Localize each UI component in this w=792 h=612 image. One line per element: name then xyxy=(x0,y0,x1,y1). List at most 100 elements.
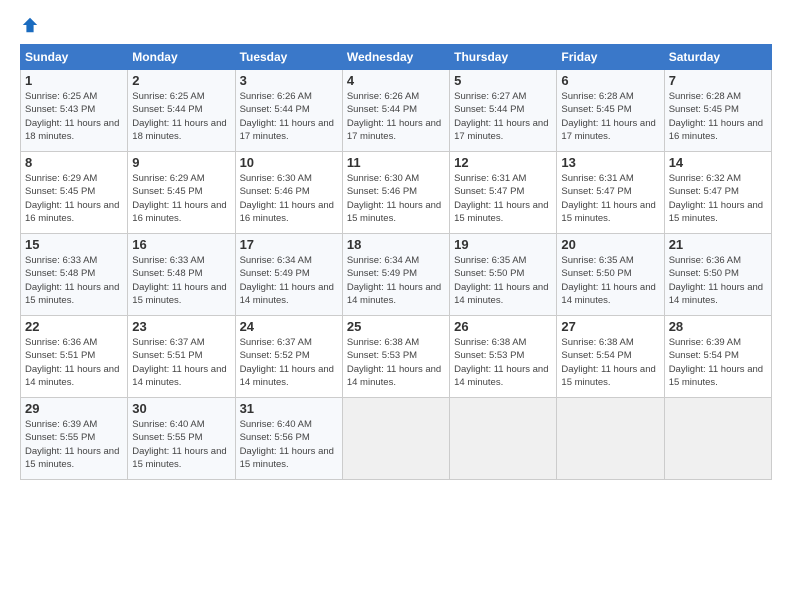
day-number: 1 xyxy=(25,73,123,88)
day-number: 20 xyxy=(561,237,659,252)
calendar-week-row: 8 Sunrise: 6:29 AM Sunset: 5:45 PM Daylig… xyxy=(21,152,772,234)
calendar-table: Sunday Monday Tuesday Wednesday Thursday… xyxy=(20,44,772,480)
calendar-cell xyxy=(557,398,664,480)
day-info: Sunrise: 6:27 AM Sunset: 5:44 PM Dayligh… xyxy=(454,90,552,143)
day-number: 23 xyxy=(132,319,230,334)
day-info: Sunrise: 6:29 AM Sunset: 5:45 PM Dayligh… xyxy=(132,172,230,225)
calendar-cell: 20 Sunrise: 6:35 AM Sunset: 5:50 PM Dayli… xyxy=(557,234,664,316)
day-number: 14 xyxy=(669,155,767,170)
calendar-cell: 16 Sunrise: 6:33 AM Sunset: 5:48 PM Dayli… xyxy=(128,234,235,316)
day-number: 19 xyxy=(454,237,552,252)
calendar-cell: 30Sunrise: 6:40 AM Sunset: 5:55 PM Dayli… xyxy=(128,398,235,480)
header-row xyxy=(20,16,772,34)
calendar-cell: 21 Sunrise: 6:36 AM Sunset: 5:50 PM Dayli… xyxy=(664,234,771,316)
day-number: 31 xyxy=(240,401,338,416)
day-number: 18 xyxy=(347,237,445,252)
calendar-cell: 3Sunrise: 6:26 AM Sunset: 5:44 PM Daylig… xyxy=(235,70,342,152)
calendar-cell: 29 Sunrise: 6:39 AM Sunset: 5:55 PM Dayli… xyxy=(21,398,128,480)
day-number: 8 xyxy=(25,155,123,170)
day-info: Sunrise: 6:30 AM Sunset: 5:46 PM Dayligh… xyxy=(347,172,445,225)
day-number: 11 xyxy=(347,155,445,170)
day-number: 10 xyxy=(240,155,338,170)
day-number: 17 xyxy=(240,237,338,252)
calendar-cell: 24Sunrise: 6:37 AM Sunset: 5:52 PM Dayli… xyxy=(235,316,342,398)
day-info: Sunrise: 6:33 AM Sunset: 5:48 PM Dayligh… xyxy=(25,254,123,307)
header-tuesday: Tuesday xyxy=(235,45,342,70)
day-info: Sunrise: 6:32 AM Sunset: 5:47 PM Dayligh… xyxy=(669,172,767,225)
calendar-cell: 14 Sunrise: 6:32 AM Sunset: 5:47 PM Dayli… xyxy=(664,152,771,234)
day-number: 13 xyxy=(561,155,659,170)
calendar-cell: 28 Sunrise: 6:39 AM Sunset: 5:54 PM Dayli… xyxy=(664,316,771,398)
day-info: Sunrise: 6:28 AM Sunset: 5:45 PM Dayligh… xyxy=(669,90,767,143)
calendar-header-row: Sunday Monday Tuesday Wednesday Thursday… xyxy=(21,45,772,70)
calendar-cell: 6Sunrise: 6:28 AM Sunset: 5:45 PM Daylig… xyxy=(557,70,664,152)
header-friday: Friday xyxy=(557,45,664,70)
day-info: Sunrise: 6:40 AM Sunset: 5:55 PM Dayligh… xyxy=(132,418,230,471)
day-info: Sunrise: 6:35 AM Sunset: 5:50 PM Dayligh… xyxy=(561,254,659,307)
calendar-week-row: 1 Sunrise: 6:25 AM Sunset: 5:43 PM Daylig… xyxy=(21,70,772,152)
calendar-week-row: 15 Sunrise: 6:33 AM Sunset: 5:48 PM Dayli… xyxy=(21,234,772,316)
calendar-cell: 19 Sunrise: 6:35 AM Sunset: 5:50 PM Dayli… xyxy=(450,234,557,316)
calendar-cell: 11 Sunrise: 6:30 AM Sunset: 5:46 PM Dayli… xyxy=(342,152,449,234)
day-info: Sunrise: 6:38 AM Sunset: 5:53 PM Dayligh… xyxy=(454,336,552,389)
day-info: Sunrise: 6:31 AM Sunset: 5:47 PM Dayligh… xyxy=(454,172,552,225)
calendar-cell: 27 Sunrise: 6:38 AM Sunset: 5:54 PM Dayli… xyxy=(557,316,664,398)
header-wednesday: Wednesday xyxy=(342,45,449,70)
day-info: Sunrise: 6:28 AM Sunset: 5:45 PM Dayligh… xyxy=(561,90,659,143)
day-info: Sunrise: 6:40 AM Sunset: 5:56 PM Dayligh… xyxy=(240,418,338,471)
day-info: Sunrise: 6:38 AM Sunset: 5:54 PM Dayligh… xyxy=(561,336,659,389)
day-number: 29 xyxy=(25,401,123,416)
calendar-cell xyxy=(450,398,557,480)
calendar-cell: 13 Sunrise: 6:31 AM Sunset: 5:47 PM Dayli… xyxy=(557,152,664,234)
calendar-cell: 7 Sunrise: 6:28 AM Sunset: 5:45 PM Daylig… xyxy=(664,70,771,152)
calendar-cell: 12 Sunrise: 6:31 AM Sunset: 5:47 PM Dayli… xyxy=(450,152,557,234)
day-number: 16 xyxy=(132,237,230,252)
calendar-cell: 2Sunrise: 6:25 AM Sunset: 5:44 PM Daylig… xyxy=(128,70,235,152)
calendar-cell: 26 Sunrise: 6:38 AM Sunset: 5:53 PM Dayli… xyxy=(450,316,557,398)
calendar-cell: 18 Sunrise: 6:34 AM Sunset: 5:49 PM Dayli… xyxy=(342,234,449,316)
header-monday: Monday xyxy=(128,45,235,70)
calendar-cell: 15 Sunrise: 6:33 AM Sunset: 5:48 PM Dayli… xyxy=(21,234,128,316)
day-info: Sunrise: 6:34 AM Sunset: 5:49 PM Dayligh… xyxy=(347,254,445,307)
header-saturday: Saturday xyxy=(664,45,771,70)
calendar-cell: 10 Sunrise: 6:30 AM Sunset: 5:46 PM Dayli… xyxy=(235,152,342,234)
calendar-cell: 5Sunrise: 6:27 AM Sunset: 5:44 PM Daylig… xyxy=(450,70,557,152)
logo xyxy=(20,16,40,34)
calendar-cell: 1 Sunrise: 6:25 AM Sunset: 5:43 PM Daylig… xyxy=(21,70,128,152)
day-info: Sunrise: 6:35 AM Sunset: 5:50 PM Dayligh… xyxy=(454,254,552,307)
day-number: 3 xyxy=(240,73,338,88)
calendar-cell: 4Sunrise: 6:26 AM Sunset: 5:44 PM Daylig… xyxy=(342,70,449,152)
day-number: 27 xyxy=(561,319,659,334)
day-info: Sunrise: 6:37 AM Sunset: 5:52 PM Dayligh… xyxy=(240,336,338,389)
day-info: Sunrise: 6:30 AM Sunset: 5:46 PM Dayligh… xyxy=(240,172,338,225)
calendar-cell: 9Sunrise: 6:29 AM Sunset: 5:45 PM Daylig… xyxy=(128,152,235,234)
day-info: Sunrise: 6:25 AM Sunset: 5:43 PM Dayligh… xyxy=(25,90,123,143)
day-info: Sunrise: 6:39 AM Sunset: 5:55 PM Dayligh… xyxy=(25,418,123,471)
day-number: 15 xyxy=(25,237,123,252)
calendar-cell: 31 Sunrise: 6:40 AM Sunset: 5:56 PM Dayli… xyxy=(235,398,342,480)
day-number: 21 xyxy=(669,237,767,252)
day-info: Sunrise: 6:39 AM Sunset: 5:54 PM Dayligh… xyxy=(669,336,767,389)
calendar-week-row: 22 Sunrise: 6:36 AM Sunset: 5:51 PM Dayli… xyxy=(21,316,772,398)
day-info: Sunrise: 6:29 AM Sunset: 5:45 PM Dayligh… xyxy=(25,172,123,225)
day-number: 7 xyxy=(669,73,767,88)
day-info: Sunrise: 6:36 AM Sunset: 5:50 PM Dayligh… xyxy=(669,254,767,307)
day-info: Sunrise: 6:36 AM Sunset: 5:51 PM Dayligh… xyxy=(25,336,123,389)
calendar-cell: 8 Sunrise: 6:29 AM Sunset: 5:45 PM Daylig… xyxy=(21,152,128,234)
day-number: 22 xyxy=(25,319,123,334)
day-number: 26 xyxy=(454,319,552,334)
day-info: Sunrise: 6:38 AM Sunset: 5:53 PM Dayligh… xyxy=(347,336,445,389)
day-info: Sunrise: 6:33 AM Sunset: 5:48 PM Dayligh… xyxy=(132,254,230,307)
calendar-cell: 23Sunrise: 6:37 AM Sunset: 5:51 PM Dayli… xyxy=(128,316,235,398)
header-thursday: Thursday xyxy=(450,45,557,70)
day-info: Sunrise: 6:25 AM Sunset: 5:44 PM Dayligh… xyxy=(132,90,230,143)
header-sunday: Sunday xyxy=(21,45,128,70)
calendar-cell xyxy=(664,398,771,480)
day-number: 12 xyxy=(454,155,552,170)
day-info: Sunrise: 6:34 AM Sunset: 5:49 PM Dayligh… xyxy=(240,254,338,307)
calendar-cell xyxy=(342,398,449,480)
day-info: Sunrise: 6:31 AM Sunset: 5:47 PM Dayligh… xyxy=(561,172,659,225)
day-info: Sunrise: 6:26 AM Sunset: 5:44 PM Dayligh… xyxy=(347,90,445,143)
day-number: 28 xyxy=(669,319,767,334)
calendar-cell: 22 Sunrise: 6:36 AM Sunset: 5:51 PM Dayli… xyxy=(21,316,128,398)
